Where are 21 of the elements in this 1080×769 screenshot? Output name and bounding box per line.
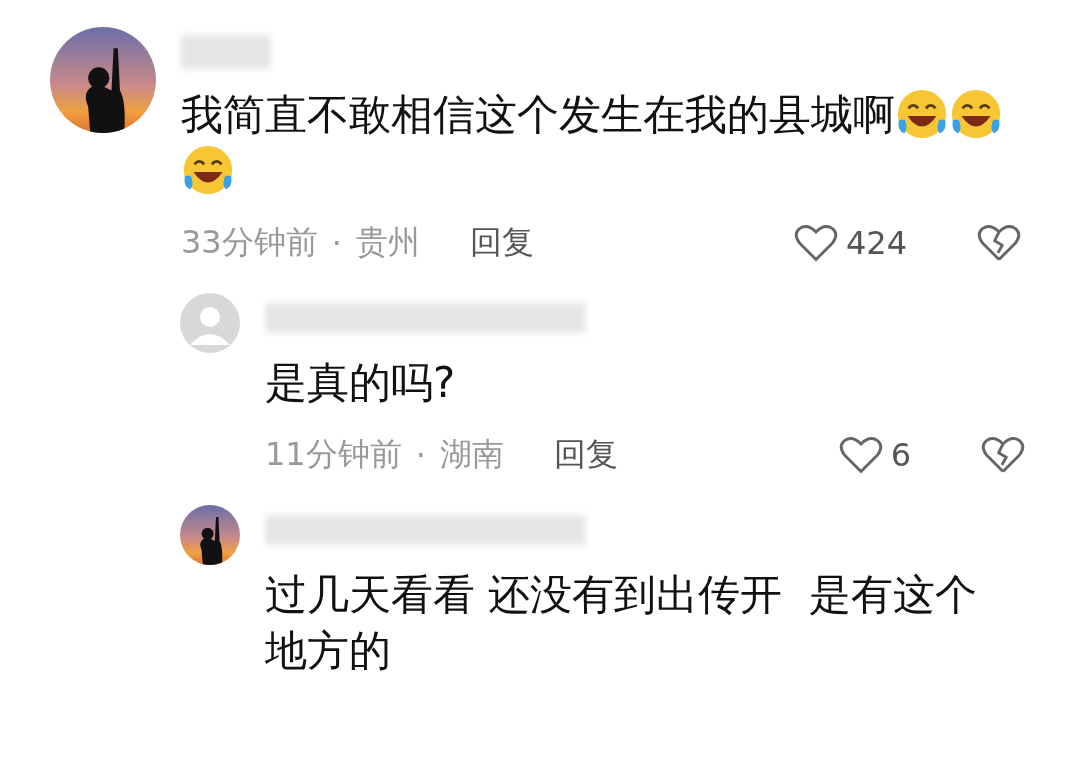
comment-location: 湖南 xyxy=(439,434,504,475)
separator-dot: · xyxy=(415,436,426,474)
reply-button[interactable]: 回复 xyxy=(469,221,534,265)
broken-heart-icon[interactable] xyxy=(977,223,1021,263)
separator-dot: · xyxy=(331,224,342,262)
avatar-photo-placeholder[interactable] xyxy=(180,505,240,565)
heart-icon[interactable] xyxy=(838,435,883,475)
comment-time: 11分钟前 xyxy=(265,434,402,475)
like-count: 6 xyxy=(890,436,911,474)
comment-text: 过几天看看 还没有到出传开 是有这个地方的 xyxy=(265,570,978,675)
broken-heart-icon[interactable] xyxy=(981,435,1025,475)
reply-button[interactable]: 回复 xyxy=(553,433,618,477)
laughing-crying-emoji-icon xyxy=(949,87,1003,141)
comment-location: 贵州 xyxy=(355,222,420,263)
comment-text: 是真的吗? xyxy=(265,358,456,407)
laughing-crying-emoji-icon xyxy=(181,143,235,197)
like-count: 424 xyxy=(845,224,907,262)
heart-icon[interactable] xyxy=(793,223,838,263)
comment-time: 33分钟前 xyxy=(181,222,318,263)
comment-text: 我简直不敢相信这个发生在我的县城啊 xyxy=(181,90,895,139)
laughing-crying-emoji-icon xyxy=(895,87,949,141)
